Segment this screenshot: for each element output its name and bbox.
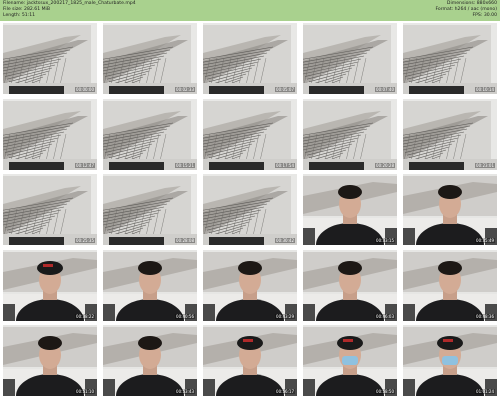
thumbnail-timestamp: 00:02:33	[175, 87, 195, 92]
video-thumbnail: 00:23:01	[403, 98, 497, 170]
thumbnail-grid: 00:00:00 00:02:33 00:05:07 00:07:40 00:1…	[3, 23, 497, 399]
thumbnail-timestamp: 00:35:49	[475, 238, 495, 243]
fps-text: FPS: 30.00	[472, 13, 498, 18]
thumbnail-timestamp: 00:20:28	[375, 162, 395, 168]
video-thumbnail: 00:07:40	[303, 23, 397, 94]
thumbnail-timestamp: 01:01:24	[475, 389, 495, 394]
thumbnail-timestamp: 00:00:00	[75, 87, 95, 92]
thumbnail-timestamp: 00:56:17	[275, 389, 295, 394]
thumbnail-timestamp: 00:15:21	[175, 162, 195, 168]
video-thumbnail: 00:35:49	[403, 174, 497, 245]
thumbnail-timestamp: 00:25:35	[75, 238, 95, 243]
thumbnail-timestamp: 00:07:40	[375, 87, 395, 92]
length-text: Length: 51:11	[3, 13, 36, 18]
file-info-left: Filename: jacktssux_200217_1825_male_Cha…	[3, 1, 136, 19]
thumbnail-timestamp: 00:51:10	[75, 389, 95, 394]
thumbnail-timestamp: 00:28:08	[175, 238, 195, 243]
video-thumbnail: 01:01:24	[403, 325, 497, 396]
info-header: Filename: jacktssux_200217_1825_male_Cha…	[0, 0, 500, 21]
thumbnail-timestamp: 00:33:15	[375, 238, 395, 243]
video-thumbnail: 00:28:08	[103, 174, 197, 245]
video-thumbnail: 00:20:28	[303, 98, 397, 170]
thumbnail-timestamp: 00:40:56	[175, 313, 195, 319]
thumbnail-timestamp: 00:30:42	[275, 238, 295, 243]
video-thumbnail: 00:53:43	[103, 325, 197, 396]
video-thumbnail: 00:30:42	[203, 174, 297, 245]
thumbnail-timestamp: 00:46:03	[375, 313, 395, 319]
thumbnail-timestamp: 00:23:01	[475, 162, 495, 168]
video-thumbnail: 00:46:03	[303, 249, 397, 321]
video-thumbnail: 00:15:21	[103, 98, 197, 170]
video-thumbnail: 00:51:10	[3, 325, 97, 396]
thumbnail-timestamp: 00:38:22	[75, 313, 95, 319]
video-thumbnail: 00:56:17	[203, 325, 297, 396]
video-thumbnail: 00:02:33	[103, 23, 197, 94]
file-info-right: Dimensions: 880x660 Format: h264 / aac (…	[435, 1, 497, 19]
video-thumbnail: 00:58:50	[303, 325, 397, 396]
video-thumbnail: 00:25:35	[3, 174, 97, 245]
thumbnail-timestamp: 00:10:14	[475, 87, 495, 92]
thumbnail-timestamp: 00:58:50	[375, 389, 395, 394]
thumbnail-timestamp: 00:12:47	[75, 162, 95, 168]
video-thumbnail: 00:33:15	[303, 174, 397, 245]
video-thumbnail: 00:48:36	[403, 249, 497, 321]
video-thumbnail: 00:17:54	[203, 98, 297, 170]
thumbnail-timestamp: 00:05:07	[275, 87, 295, 92]
video-thumbnail: 00:00:00	[3, 23, 97, 94]
video-thumbnail: 00:12:47	[3, 98, 97, 170]
video-thumbnail: 00:40:56	[103, 249, 197, 321]
thumbnail-timestamp: 00:53:43	[175, 389, 195, 394]
thumbnail-timestamp: 00:48:36	[475, 313, 495, 319]
video-thumbnail: 00:43:29	[203, 249, 297, 321]
video-thumbnail: 00:10:14	[403, 23, 497, 94]
video-thumbnail: 00:05:07	[203, 23, 297, 94]
video-thumbnail: 00:38:22	[3, 249, 97, 321]
thumbnail-timestamp: 00:43:29	[275, 313, 295, 319]
thumbnail-timestamp: 00:17:54	[275, 162, 295, 168]
